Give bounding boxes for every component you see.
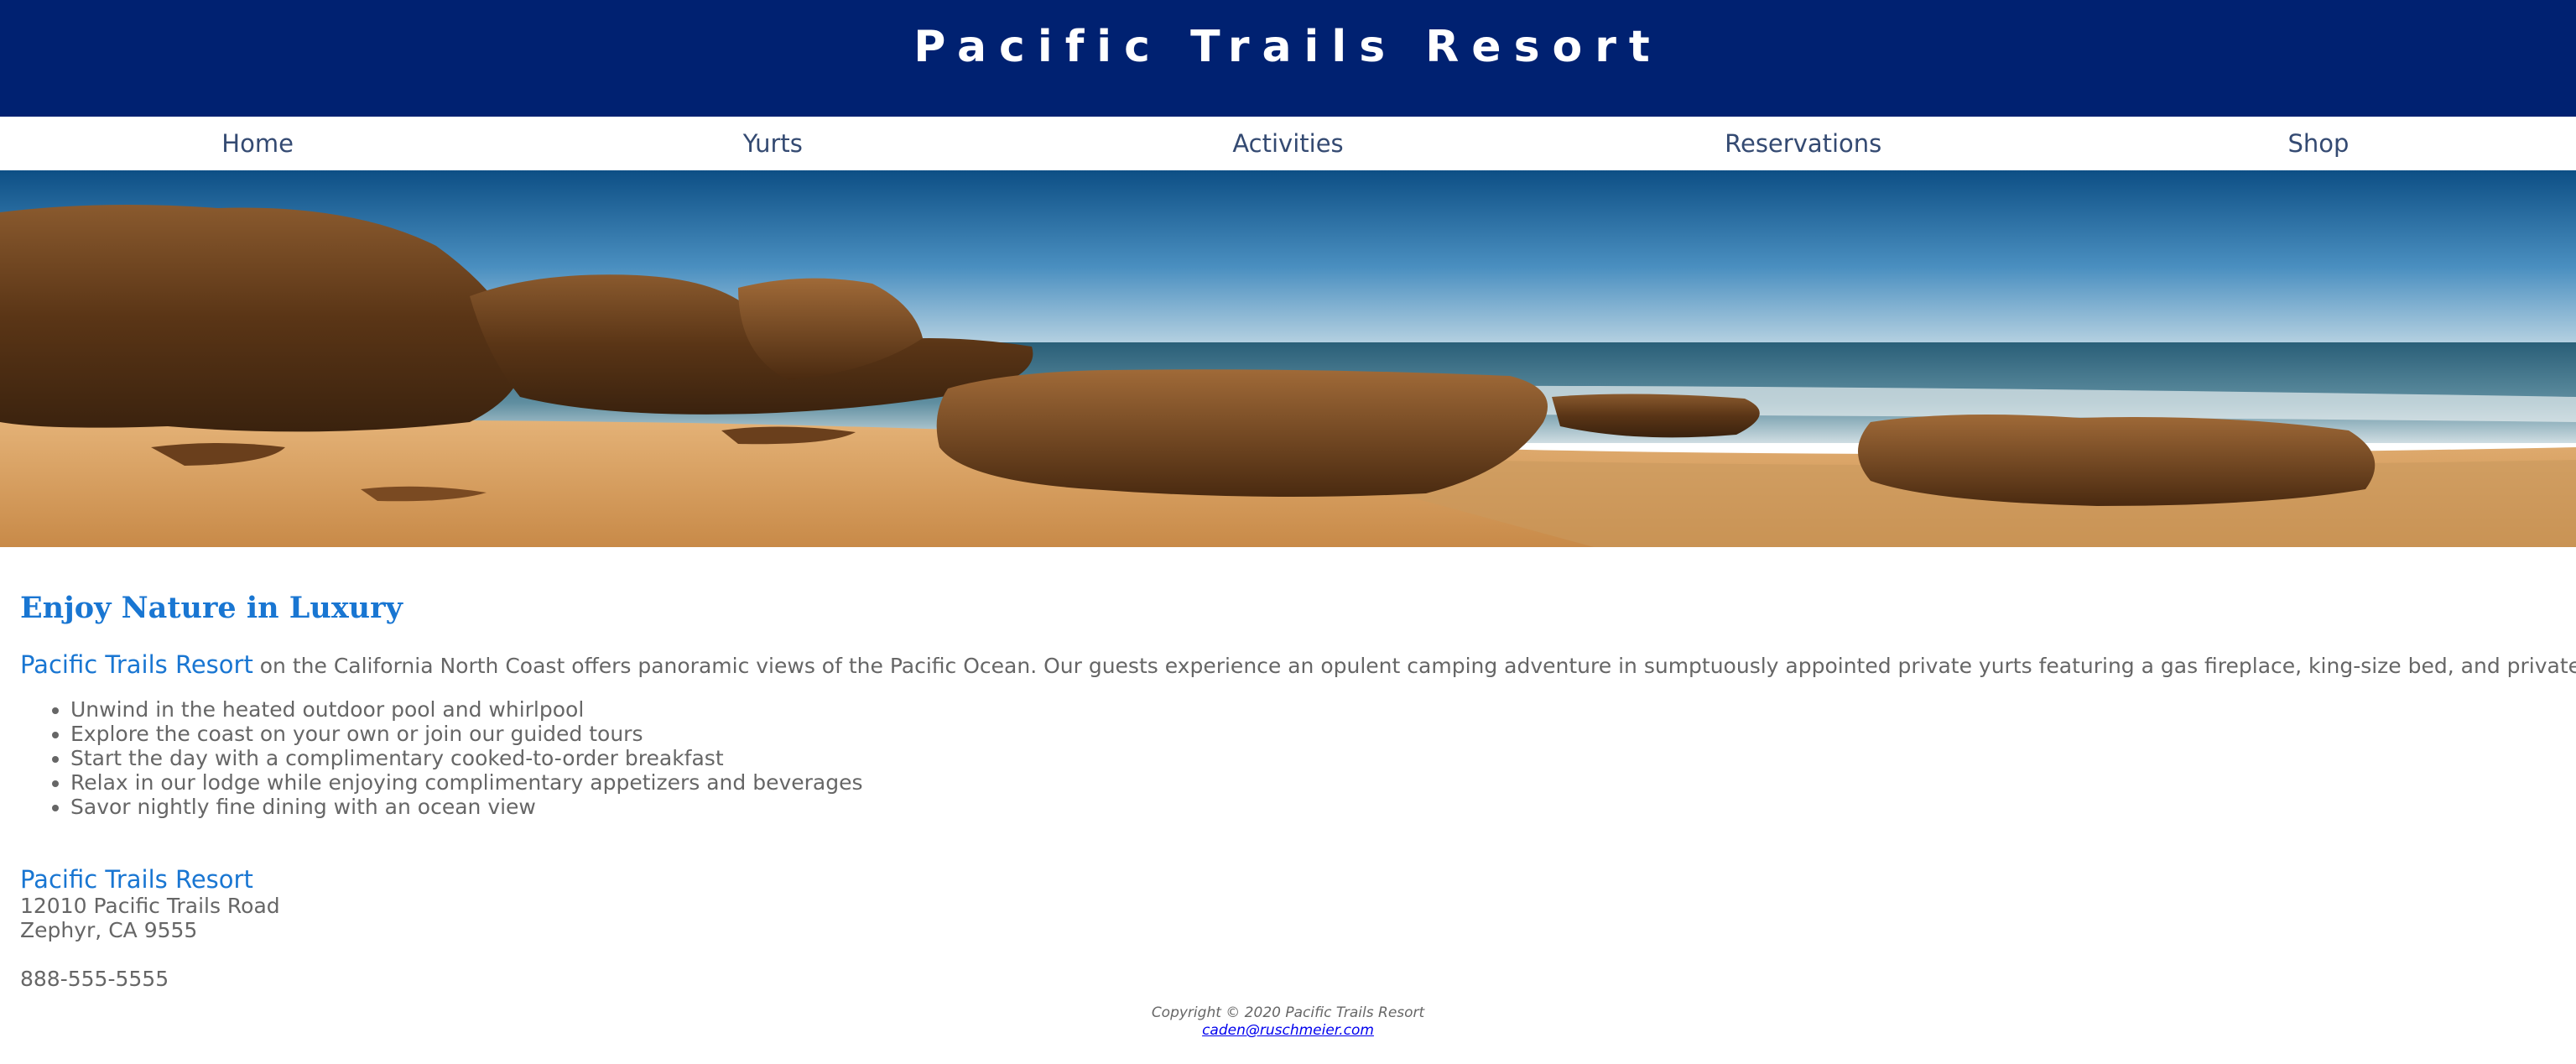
nav-shop[interactable]: Shop (2061, 117, 2576, 170)
site-header: Pacific Trails Resort (0, 0, 2576, 117)
nav-home[interactable]: Home (0, 117, 515, 170)
main-nav: Home Yurts Activities Reservations Shop (0, 117, 2576, 170)
list-item: Relax in our lodge while enjoying compli… (70, 770, 2556, 795)
main-content: Enjoy Nature in Luxury Pacific Trails Re… (0, 591, 2576, 991)
nav-reservations[interactable]: Reservations (1546, 117, 2061, 170)
intro-brand: Pacific Trails Resort (20, 650, 253, 679)
list-item: Explore the coast on your own or join ou… (70, 722, 2556, 746)
copyright-text: Copyright © 2020 Pacific Trails Resort (1151, 1004, 1425, 1021)
site-title: Pacific Trails Resort (913, 22, 1663, 72)
contact-city: Zephyr, CA 9555 (20, 918, 198, 942)
site-footer: Copyright © 2020 Pacific Trails Resort c… (0, 1004, 2576, 1040)
intro-paragraph: Pacific Trails Resort on the California … (20, 650, 2576, 681)
list-item: Savor nightly fine dining with an ocean … (70, 795, 2556, 819)
contact-street: 12010 Pacific Trails Road (20, 894, 280, 918)
nav-activities[interactable]: Activities (1030, 117, 1545, 170)
list-item: Start the day with a complimentary cooke… (70, 746, 2556, 770)
contact-name: Pacific Trails Resort (20, 865, 253, 894)
list-item: Unwind in the heated outdoor pool and wh… (70, 697, 2556, 722)
footer-email-link[interactable]: caden@ruschmeier.com (1202, 1022, 1374, 1039)
contact-phone: 888-555-5555 (20, 967, 169, 991)
intro-text: on the California North Coast offers pan… (252, 654, 2576, 678)
feature-list: Unwind in the heated outdoor pool and wh… (20, 697, 2556, 819)
contact-info: Pacific Trails Resort 12010 Pacific Trai… (20, 865, 2556, 991)
hero-image (0, 170, 2576, 547)
nav-yurts[interactable]: Yurts (515, 117, 1030, 170)
section-heading: Enjoy Nature in Luxury (20, 591, 403, 625)
hero-photo (0, 170, 2576, 547)
